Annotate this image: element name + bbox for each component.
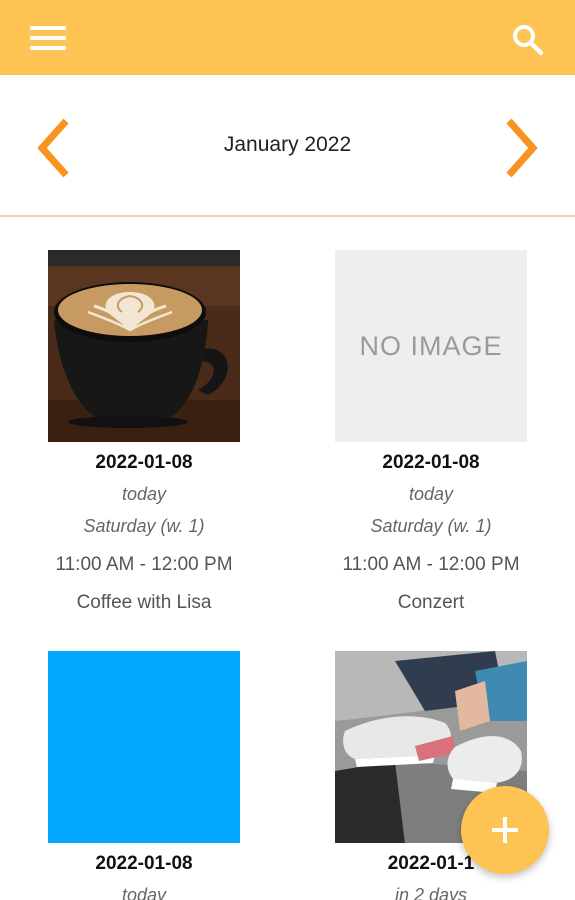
event-date: 2022-01-08 — [95, 452, 193, 473]
month-title: January 2022 — [223, 133, 352, 156]
event-card[interactable]: 2022-01-08 today — [24, 651, 264, 900]
add-event-button[interactable] — [461, 786, 549, 874]
event-date: 2022-01-08 — [382, 452, 480, 473]
event-relative-day: today — [121, 885, 167, 900]
event-card[interactable]: NO IMAGE 2022-01-08 today Saturday (w. 1… — [311, 250, 551, 616]
no-image-text: NO IMAGE — [359, 330, 503, 361]
event-weekday: Saturday (w. 1) — [83, 516, 205, 536]
event-card[interactable]: 2022-01-08 today Saturday (w. 1) 11:00 A… — [24, 250, 264, 616]
menu-button[interactable] — [28, 22, 68, 54]
event-image-coffee — [48, 250, 240, 442]
event-image-blue — [48, 651, 240, 843]
event-date: 2022-01-08 — [95, 853, 193, 874]
search-button[interactable] — [508, 20, 548, 60]
event-relative-day: in 2 days — [394, 885, 468, 900]
app-bar — [0, 0, 575, 75]
event-time: 11:00 AM - 12:00 PM — [342, 554, 520, 575]
coffee-cup-image — [48, 250, 240, 442]
event-relative-day: today — [121, 484, 167, 504]
no-image-placeholder: NO IMAGE — [335, 250, 527, 442]
month-navigation: January 2022 — [0, 75, 575, 216]
search-icon — [513, 25, 544, 56]
event-title: Conzert — [397, 592, 465, 613]
next-month-button[interactable] — [495, 113, 545, 183]
chevron-right-icon — [506, 118, 538, 178]
event-time: 11:00 AM - 12:00 PM — [55, 554, 233, 575]
event-relative-day: today — [408, 484, 454, 504]
event-title: Coffee with Lisa — [76, 592, 212, 613]
plus-icon — [492, 817, 518, 843]
event-weekday: Saturday (w. 1) — [370, 516, 492, 536]
